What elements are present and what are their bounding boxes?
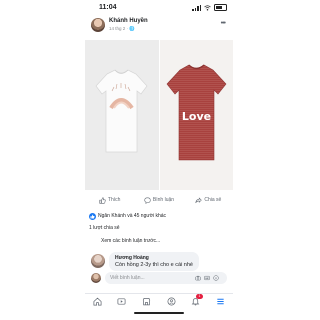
tab-video[interactable] (116, 295, 128, 307)
menu-icon (217, 298, 224, 304)
red-tshirt-image: Love (166, 64, 226, 161)
video-icon (118, 297, 126, 305)
tab-menu[interactable] (215, 295, 227, 307)
share-icon (195, 196, 203, 203)
wifi-icon (204, 4, 211, 10)
post-actions: Thích Bình luận Chia sẻ (85, 193, 233, 207)
comment-icon (144, 197, 151, 204)
like-button[interactable]: Thích (85, 193, 134, 207)
marketplace-icon (142, 297, 151, 305)
post-meta: 14 thg 2 · 🌐 (109, 26, 135, 31)
share-label: Chia sẻ (204, 197, 222, 203)
comment-item: Hương Hoàng Còn hồng 2-3y thì cho e cái … (91, 252, 231, 274)
camera-icon[interactable] (195, 275, 201, 281)
photo-white-tee[interactable] (85, 40, 159, 190)
shirt-print-text: Love (181, 110, 210, 123)
status-bar: 11:04 (85, 3, 233, 15)
signal-icon (192, 4, 201, 11)
share-button[interactable]: Chia sẻ (184, 193, 233, 207)
comment-label: Bình luận (152, 197, 175, 203)
groups-icon (167, 297, 176, 305)
comment-input[interactable]: Viết bình luận... GIF (105, 272, 227, 284)
home-indicator (134, 312, 184, 314)
more-options-button[interactable]: ••• (221, 20, 226, 27)
home-icon (93, 297, 102, 305)
comment-bubble[interactable]: Hương Hoàng Còn hồng 2-3y thì cho e cái … (109, 252, 199, 271)
author-avatar[interactable] (91, 18, 105, 32)
like-icon (99, 196, 106, 204)
post-photos: Love (85, 40, 233, 190)
tab-home[interactable] (91, 295, 103, 307)
view-previous-comments-link[interactable]: Xem các bình luận trước... (101, 238, 160, 244)
notification-badge: 1 (195, 294, 203, 299)
comment-composer: Viết bình luận... GIF (85, 272, 233, 286)
tab-notifications[interactable]: 1 (190, 294, 203, 307)
status-time: 11:04 (99, 4, 117, 11)
white-tshirt-image (95, 69, 148, 153)
current-user-avatar (91, 273, 101, 283)
comment-button[interactable]: Bình luận (134, 193, 183, 207)
reaction-text: Ngân Khánh và 45 người khác (98, 213, 167, 219)
battery-icon (214, 4, 227, 11)
photo-red-tee[interactable]: Love (159, 40, 233, 190)
tab-groups[interactable] (165, 295, 177, 307)
commenter-name[interactable]: Hương Hoàng (115, 255, 193, 261)
share-count[interactable]: 1 lượt chia sẻ (89, 225, 120, 231)
like-label: Thích (107, 197, 121, 203)
bottom-tab-bar: 1 (85, 293, 233, 308)
svg-text:GIF: GIF (205, 278, 209, 280)
commenter-avatar[interactable] (91, 254, 105, 268)
like-reaction-icon (89, 212, 96, 220)
post-screen: 11:04 Khánh Huyền 14 thg 2 · 🌐 ••• Love … (85, 0, 233, 320)
status-icons (192, 4, 227, 11)
comment-text: Còn hồng 2-3y thì cho e cái nhé (115, 262, 193, 268)
tab-marketplace[interactable] (141, 295, 153, 307)
gif-icon[interactable]: GIF (204, 275, 210, 281)
comment-placeholder: Viết bình luận... (110, 275, 145, 281)
author-name[interactable]: Khánh Huyền (109, 18, 148, 24)
post-header: Khánh Huyền 14 thg 2 · 🌐 ••• (85, 16, 233, 38)
sticker-icon[interactable] (213, 275, 219, 281)
reaction-summary[interactable]: Ngân Khánh và 45 người khác (89, 211, 166, 221)
